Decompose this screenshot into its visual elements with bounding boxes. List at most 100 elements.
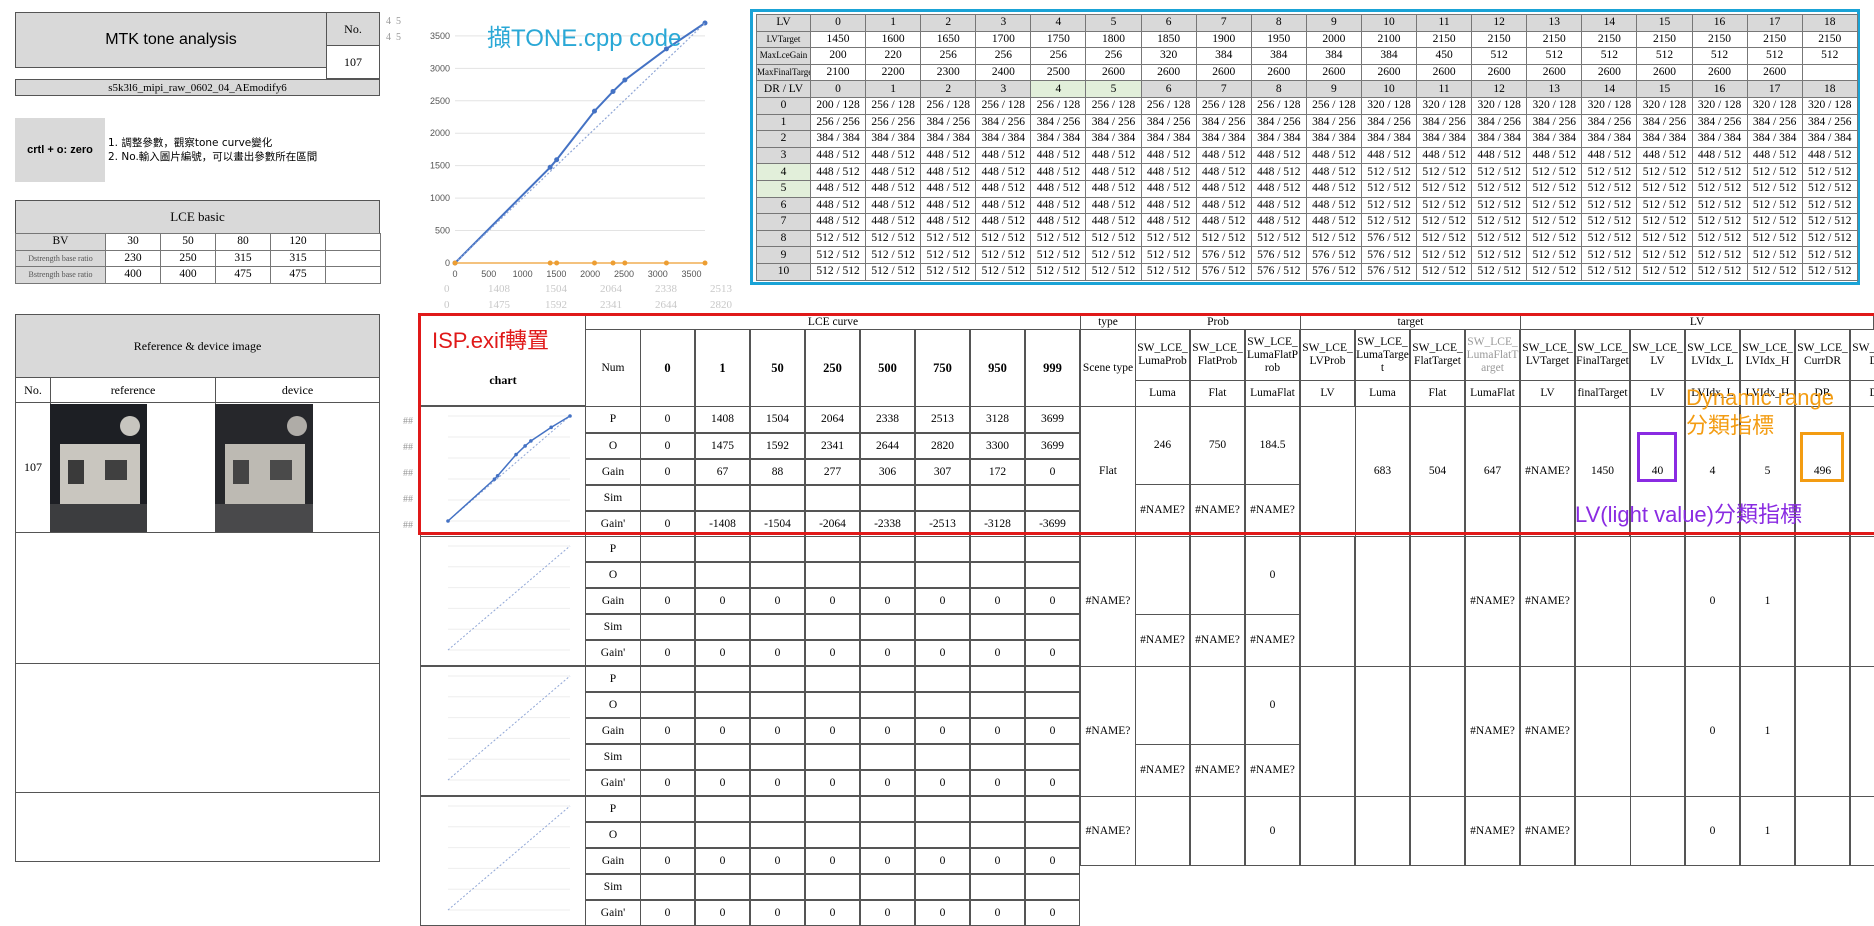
lce-cell[interactable] xyxy=(1025,666,1080,692)
lce-cell[interactable] xyxy=(970,796,1025,822)
table-cell[interactable]: 448 / 512 xyxy=(1692,147,1747,164)
table-cell[interactable]: 256 xyxy=(1086,48,1141,65)
table-cell[interactable]: 448 / 512 xyxy=(1417,147,1472,164)
lce-cell[interactable]: 2513 xyxy=(915,406,970,433)
table-cell[interactable]: 512 / 512 xyxy=(1747,247,1802,264)
table-cell[interactable]: 576 / 512 xyxy=(1361,247,1416,264)
table-cell[interactable]: 384 / 256 xyxy=(1582,114,1637,131)
lce-cell[interactable] xyxy=(860,614,915,640)
table-cell[interactable]: 448 / 512 xyxy=(811,197,866,214)
lce-cell[interactable]: 0 xyxy=(750,900,805,926)
table-cell[interactable]: 512 / 512 xyxy=(1031,230,1086,247)
lce-cell[interactable] xyxy=(805,692,860,718)
table-cell[interactable]: 384 / 384 xyxy=(1306,131,1361,148)
table-cell[interactable]: 512 / 512 xyxy=(1692,230,1747,247)
table-cell[interactable]: 384 / 256 xyxy=(1692,114,1747,131)
table-cell[interactable]: 384 / 256 xyxy=(1637,114,1692,131)
table-cell[interactable]: 2600 xyxy=(1472,64,1527,81)
table-cell[interactable]: 256 / 128 xyxy=(1086,97,1141,114)
lce-cell[interactable]: 0 xyxy=(695,848,750,874)
lce-cell[interactable]: 0 xyxy=(1025,588,1080,614)
table-cell[interactable]: 384 / 384 xyxy=(811,131,866,148)
table-cell[interactable]: 256 / 128 xyxy=(866,97,921,114)
table-cell[interactable] xyxy=(1802,64,1857,81)
table-cell[interactable]: 220 xyxy=(866,48,921,65)
table-cell[interactable]: 448 / 512 xyxy=(1031,197,1086,214)
table-cell[interactable]: 448 / 512 xyxy=(921,197,976,214)
lce-cell[interactable]: 88 xyxy=(750,459,805,485)
table-cell[interactable]: 448 / 512 xyxy=(1306,214,1361,231)
table-cell[interactable]: 512 xyxy=(1472,48,1527,65)
lce-cell[interactable] xyxy=(860,485,915,511)
table-cell[interactable]: 512 / 512 xyxy=(1637,214,1692,231)
table-cell[interactable]: 512 / 512 xyxy=(1637,247,1692,264)
table-cell[interactable]: 17 xyxy=(1747,15,1802,32)
table-cell[interactable]: 14 xyxy=(1582,81,1637,98)
table-cell[interactable]: 2100 xyxy=(811,64,866,81)
lce-cell[interactable]: 0 xyxy=(750,848,805,874)
lce-cell[interactable] xyxy=(1025,744,1080,770)
table-cell[interactable]: 512 / 512 xyxy=(1527,180,1582,197)
table-cell[interactable]: 512 / 512 xyxy=(1527,263,1582,280)
table-cell[interactable]: 2600 xyxy=(1306,64,1361,81)
lce-cell[interactable]: 0 xyxy=(915,588,970,614)
lce-cell[interactable]: 2341 xyxy=(805,433,860,459)
prob-cell[interactable] xyxy=(1135,536,1190,615)
table-cell[interactable]: 448 / 512 xyxy=(976,164,1031,181)
table-cell[interactable]: 256 xyxy=(921,48,976,65)
table-cell[interactable]: 320 / 128 xyxy=(1472,97,1527,114)
lce-cell[interactable] xyxy=(640,796,695,822)
table-cell[interactable]: 512 / 512 xyxy=(1417,180,1472,197)
table-cell[interactable]: 512 xyxy=(1802,48,1857,65)
table-cell[interactable]: 7 xyxy=(1196,81,1251,98)
prob2-cell[interactable]: #NAME? xyxy=(1135,744,1190,797)
lce-cell[interactable]: 0 xyxy=(750,640,805,666)
table-cell[interactable]: 512 / 512 xyxy=(1802,263,1857,280)
lce-cell[interactable]: 0 xyxy=(805,718,860,744)
table-cell[interactable]: 576 / 512 xyxy=(1361,230,1416,247)
lce-cell[interactable]: 0 xyxy=(695,718,750,744)
lce-cell[interactable]: 0 xyxy=(1025,718,1080,744)
table-cell[interactable]: 384 / 256 xyxy=(1031,114,1086,131)
lce-cell[interactable]: 0 xyxy=(750,770,805,796)
table-cell[interactable]: 448 / 512 xyxy=(1086,147,1141,164)
table-cell[interactable]: 448 / 512 xyxy=(1141,147,1196,164)
table-cell[interactable]: 512 / 512 xyxy=(1527,197,1582,214)
table-cell[interactable]: 448 / 512 xyxy=(811,147,866,164)
table-cell[interactable]: 256 / 128 xyxy=(1031,97,1086,114)
table-cell[interactable]: 256 xyxy=(1031,48,1086,65)
table-cell[interactable]: 512 / 512 xyxy=(1472,247,1527,264)
lce-cell[interactable]: 1592 xyxy=(750,433,805,459)
table-cell[interactable]: 2200 xyxy=(866,64,921,81)
lce-cell[interactable] xyxy=(970,874,1025,900)
table-cell[interactable]: 448 / 512 xyxy=(1141,180,1196,197)
table-cell[interactable]: 384 / 384 xyxy=(921,131,976,148)
table-cell[interactable]: 512 / 512 xyxy=(1692,164,1747,181)
table-cell[interactable]: 512 / 512 xyxy=(1196,230,1251,247)
table-cell[interactable]: 2600 xyxy=(1637,64,1692,81)
lce-cell[interactable]: 306 xyxy=(860,459,915,485)
table-cell[interactable]: 9 xyxy=(1306,15,1361,32)
lce-cell[interactable] xyxy=(750,485,805,511)
lce-cell[interactable] xyxy=(695,692,750,718)
table-cell[interactable]: 512 / 512 xyxy=(1086,247,1141,264)
lce-cell[interactable] xyxy=(805,874,860,900)
lce-cell[interactable]: 0 xyxy=(640,588,695,614)
table-cell[interactable]: 384 / 256 xyxy=(1472,114,1527,131)
table-cell[interactable]: 448 / 512 xyxy=(1361,147,1416,164)
table-cell[interactable]: 512 / 512 xyxy=(1472,263,1527,280)
table-cell[interactable]: 384 / 256 xyxy=(921,114,976,131)
table-cell[interactable]: 2600 xyxy=(1692,64,1747,81)
table-cell[interactable]: 576 / 512 xyxy=(1251,247,1306,264)
lce-cell[interactable] xyxy=(915,744,970,770)
lce-cell[interactable]: 3699 xyxy=(1025,433,1080,459)
lce-cell[interactable] xyxy=(750,796,805,822)
table-cell[interactable]: 512 / 512 xyxy=(1637,230,1692,247)
table-cell[interactable]: 448 / 512 xyxy=(1251,164,1306,181)
table-cell[interactable]: 448 / 512 xyxy=(976,197,1031,214)
prob-cell[interactable] xyxy=(1190,536,1245,615)
table-cell[interactable]: 15 xyxy=(1637,81,1692,98)
table-cell[interactable]: 6 xyxy=(1141,15,1196,32)
target-cell[interactable]: #NAME? xyxy=(1520,406,1575,537)
table-cell[interactable]: 512 / 512 xyxy=(1361,164,1416,181)
